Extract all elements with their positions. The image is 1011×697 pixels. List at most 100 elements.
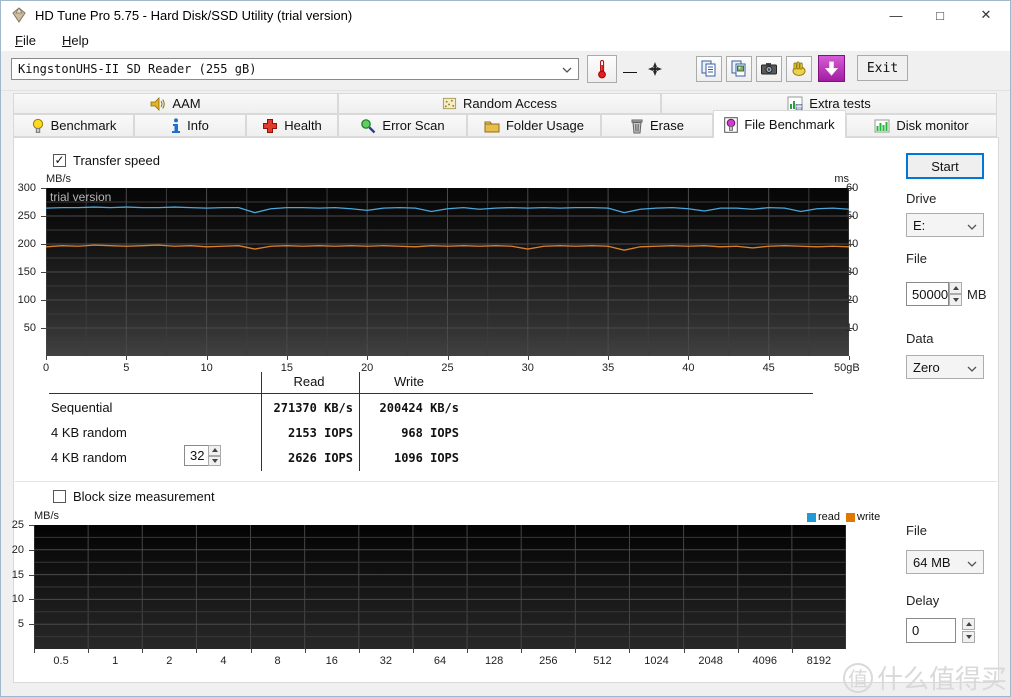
axis-tick xyxy=(688,356,690,360)
legend-write-swatch xyxy=(846,513,855,522)
copy-report-button[interactable] xyxy=(696,56,722,82)
tab-benchmark[interactable]: Benchmark xyxy=(13,114,134,137)
stepper-up[interactable] xyxy=(962,618,975,630)
main-x-tick-label: 50gB xyxy=(834,362,860,374)
block-x-tick-label: 0.5 xyxy=(53,655,69,667)
axis-tick xyxy=(575,649,577,653)
block-x-tick-label: 2 xyxy=(166,655,173,667)
file-size-input[interactable]: 50000 xyxy=(906,282,949,306)
tab-erase[interactable]: Erase xyxy=(601,114,713,137)
block-x-tick-label: 512 xyxy=(593,655,612,667)
chevron-down-icon xyxy=(562,62,578,76)
minimize-button[interactable]: — xyxy=(879,1,913,29)
start-button[interactable]: Start xyxy=(906,153,984,179)
stepper-down[interactable] xyxy=(208,455,221,466)
tab-disk-monitor[interactable]: Disk monitor xyxy=(846,114,997,137)
axis-tick xyxy=(737,649,739,653)
stepper-down[interactable] xyxy=(949,294,962,306)
device-select[interactable]: KingstonUHS-II SD Reader (255 gB) xyxy=(11,58,579,80)
block-x-tick-label: 256 xyxy=(539,655,558,667)
menu-bar: File Help xyxy=(1,29,1010,51)
delay-input[interactable]: 0 xyxy=(906,618,956,643)
menu-file[interactable]: File xyxy=(9,31,42,50)
tab-folder-usage[interactable]: Folder Usage xyxy=(467,114,601,137)
col-header-read: Read xyxy=(293,374,325,389)
maximize-button[interactable]: □ xyxy=(923,1,957,29)
axis-tick xyxy=(34,649,35,653)
file-size-stepper[interactable] xyxy=(949,282,962,306)
random-qd-read-value: 2626 IOPS xyxy=(287,451,353,465)
temperature-value: — xyxy=(623,63,637,79)
tab-info[interactable]: Info xyxy=(134,114,246,137)
axis-tick xyxy=(250,649,252,653)
tab-aam[interactable]: AAM xyxy=(13,93,338,114)
drive-select[interactable]: E: xyxy=(906,213,984,237)
tab-health[interactable]: Health xyxy=(246,114,338,137)
block-x-tick-label: 64 xyxy=(433,655,447,667)
main-y-left-tick-label: 300 xyxy=(17,182,36,194)
trash-icon xyxy=(631,119,643,133)
axis-tick xyxy=(849,272,854,273)
axis-tick xyxy=(126,356,128,360)
random-read-value: 2153 IOPS xyxy=(287,426,353,440)
data-pattern-value: Zero xyxy=(913,359,940,375)
watermark: 值 什么值得买 xyxy=(843,659,1007,696)
block-x-tick-label: 128 xyxy=(484,655,504,667)
tab-file-benchmark[interactable]: File Benchmark xyxy=(713,110,846,138)
stepper-up[interactable] xyxy=(949,282,962,294)
fan-icon xyxy=(648,62,662,76)
table-divider xyxy=(261,372,262,471)
tab-label: Extra tests xyxy=(809,96,871,111)
update-button[interactable] xyxy=(818,55,845,82)
block-x-tick-label: 8192 xyxy=(806,655,832,667)
close-button[interactable]: ✕ xyxy=(969,1,1003,29)
block-y-tick-label: 20 xyxy=(11,543,24,556)
tab-error-scan[interactable]: Error Scan xyxy=(338,114,467,137)
queue-depth-stepper[interactable] xyxy=(208,445,221,466)
block-x-tick-label: 8 xyxy=(274,655,281,667)
copy-image-button[interactable] xyxy=(726,56,752,82)
tab-random-access[interactable]: Random Access xyxy=(338,93,661,114)
stepper-up[interactable] xyxy=(208,445,221,456)
delay-stepper[interactable] xyxy=(962,618,975,643)
chevron-down-icon xyxy=(967,555,983,570)
stepper-down[interactable] xyxy=(962,631,975,643)
chevron-down-icon xyxy=(967,360,983,375)
block-x-tick-label: 4 xyxy=(220,655,227,667)
block-y-tick-label: 15 xyxy=(11,568,24,581)
tab-label: AAM xyxy=(172,96,201,111)
block-x-tick-label: 2048 xyxy=(698,655,723,667)
axis-tick xyxy=(142,649,144,653)
axis-tick xyxy=(41,244,46,245)
menu-help[interactable]: Help xyxy=(56,31,95,50)
axis-tick xyxy=(196,649,198,653)
tab-label: Info xyxy=(187,118,209,133)
block-size-checkbox[interactable] xyxy=(53,490,66,503)
info-icon xyxy=(172,117,181,133)
main-chart-plot: trial version xyxy=(45,188,850,356)
main-x-tick-label: 25 xyxy=(441,362,454,374)
legend-write-label: write xyxy=(857,511,881,523)
transfer-speed-checkbox[interactable] xyxy=(53,154,66,167)
tab-label: Random Access xyxy=(463,96,557,111)
tab-label: Folder Usage xyxy=(505,118,585,133)
exit-button[interactable]: Exit xyxy=(857,55,908,81)
block-size-label: Block size measurement xyxy=(73,489,215,504)
block-file-select[interactable]: 64 MB xyxy=(906,550,984,574)
data-pattern-select[interactable]: Zero xyxy=(906,355,984,379)
axis-tick xyxy=(358,649,360,653)
queue-depth-input[interactable]: 32 xyxy=(184,445,209,466)
axis-tick xyxy=(467,649,469,653)
axis-tick xyxy=(29,624,34,626)
donate-button[interactable] xyxy=(786,56,812,82)
thermometer-icon xyxy=(598,60,606,79)
data-label: Data xyxy=(906,331,934,346)
axis-tick xyxy=(41,216,46,217)
axis-tick xyxy=(41,188,46,189)
temperature-button[interactable] xyxy=(587,55,617,83)
axis-tick xyxy=(29,525,34,526)
block-x-tick-label: 32 xyxy=(379,655,392,667)
screenshot-button[interactable] xyxy=(756,56,782,82)
axis-tick xyxy=(683,649,685,653)
speaker-icon xyxy=(151,96,166,111)
